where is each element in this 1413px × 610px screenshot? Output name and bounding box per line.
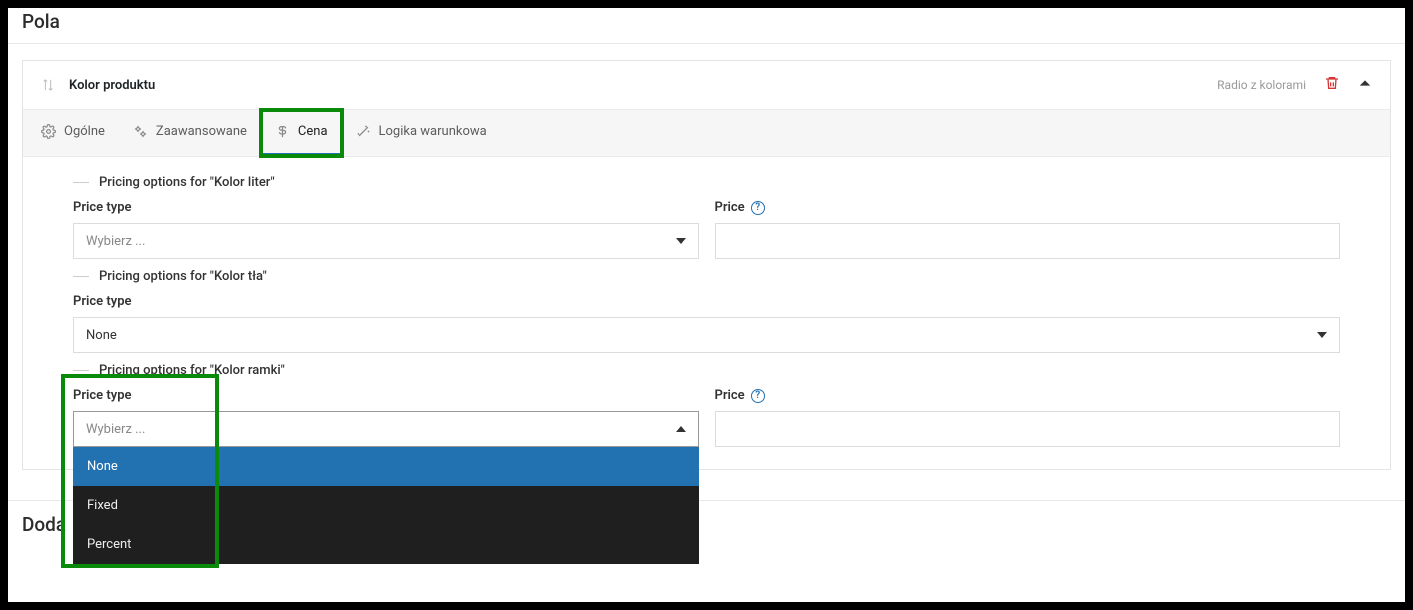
price-type-select[interactable]: None (73, 317, 1340, 353)
price-type-label: Price type (73, 200, 699, 215)
chevron-down-icon (676, 238, 686, 244)
tab-body-price: Pricing options for "Kolor liter" Price … (23, 157, 1390, 469)
tab-label: Cena (298, 124, 328, 139)
dollar-icon (275, 124, 290, 139)
select-placeholder: Wybierz ... (86, 422, 145, 437)
gears-icon (133, 124, 148, 139)
page-title: Pola (8, 8, 1405, 44)
section-legend: Pricing options for "Kolor tła" (73, 269, 1340, 284)
legend-line-icon (73, 276, 89, 277)
legend-line-icon (73, 182, 89, 183)
price-input[interactable] (715, 411, 1341, 447)
field-title: Kolor produktu (69, 78, 155, 93)
collapse-field-button[interactable] (1358, 76, 1372, 94)
dropdown-option-percent[interactable]: Percent (73, 525, 699, 564)
field-panel: Kolor produktu Radio z kolorami Ogólne Z… (22, 60, 1391, 470)
chevron-down-icon (1317, 332, 1327, 338)
tab-label: Ogólne (64, 124, 105, 139)
tab-conditional-logic[interactable]: Logika warunkowa (342, 110, 501, 156)
tab-label: Zaawansowane (156, 124, 247, 139)
select-value: None (86, 328, 117, 343)
price-type-label: Price type (73, 294, 1340, 309)
section-legend: Pricing options for "Kolor ramki" (73, 363, 1340, 378)
chevron-up-icon (676, 426, 686, 432)
legend-text: Pricing options for "Kolor tła" (99, 269, 267, 284)
field-header-actions: Radio z kolorami (1217, 75, 1372, 95)
field-type-badge: Radio z kolorami (1217, 78, 1306, 92)
help-icon[interactable]: ? (751, 389, 765, 403)
tab-label: Logika warunkowa (379, 124, 487, 139)
help-icon[interactable]: ? (751, 201, 765, 215)
legend-line-icon (73, 370, 89, 371)
tab-general[interactable]: Ogólne (27, 110, 119, 156)
gear-icon (41, 124, 56, 139)
legend-text: Pricing options for "Kolor liter" (99, 175, 275, 190)
price-label: Price ? (715, 388, 1341, 403)
delete-field-button[interactable] (1324, 75, 1340, 95)
tab-advanced[interactable]: Zaawansowane (119, 110, 261, 156)
price-label-text: Price (715, 388, 745, 403)
dropdown-option-none[interactable]: None (73, 447, 699, 486)
pricing-section-kolor-ramki: Pricing options for "Kolor ramki" Price … (23, 363, 1390, 447)
tab-price[interactable]: Cena (261, 110, 342, 156)
select-placeholder: Wybierz ... (86, 234, 145, 249)
app-root: Pola Kolor produktu Radio z kolorami Ogó… (8, 8, 1405, 602)
field-tabs: Ogólne Zaawansowane Cena Logika warunkow… (23, 109, 1390, 157)
field-panel-header: Kolor produktu Radio z kolorami (23, 61, 1390, 109)
section-legend: Pricing options for "Kolor liter" (73, 175, 1340, 190)
price-type-select[interactable]: Wybierz ... (73, 223, 699, 259)
drag-handle-icon[interactable] (41, 78, 55, 92)
pricing-section-kolor-tla: Pricing options for "Kolor tła" Price ty… (23, 269, 1390, 353)
pricing-section-kolor-liter: Pricing options for "Kolor liter" Price … (23, 175, 1390, 259)
price-input[interactable] (715, 223, 1341, 259)
dropdown-option-fixed[interactable]: Fixed (73, 486, 699, 525)
price-label-text: Price (715, 200, 745, 215)
price-type-dropdown: None Fixed Percent (73, 447, 699, 564)
price-type-label: Price type (73, 388, 699, 403)
price-label: Price ? (715, 200, 1341, 215)
magic-icon (356, 124, 371, 139)
legend-text: Pricing options for "Kolor ramki" (99, 363, 285, 378)
price-type-select-open[interactable]: Wybierz ... (73, 411, 699, 447)
